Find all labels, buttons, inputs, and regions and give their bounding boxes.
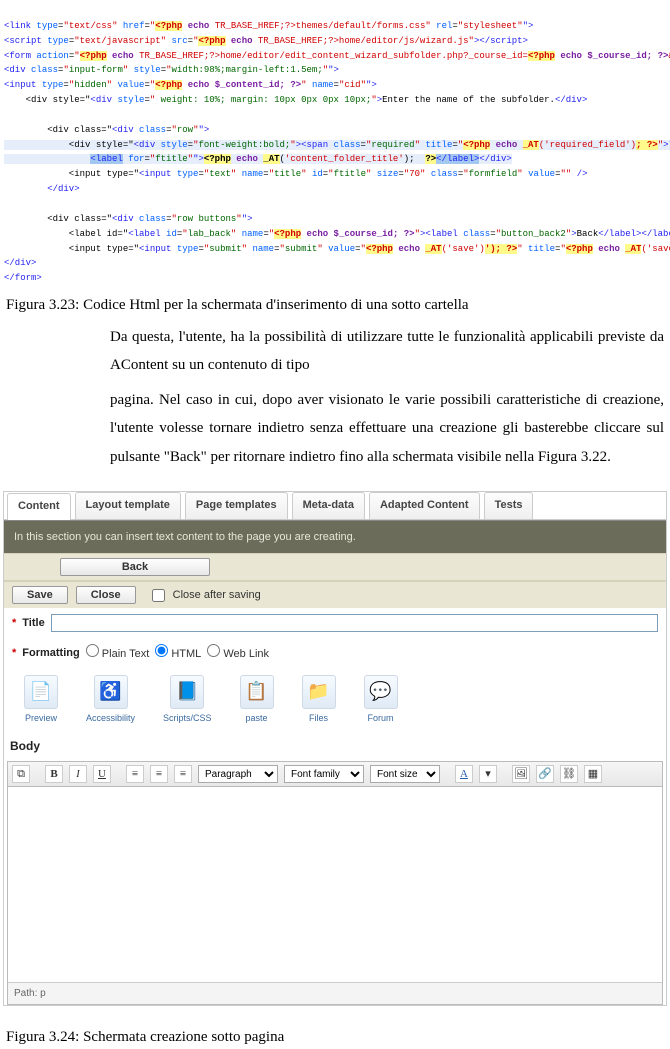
rich-text-editor: ⧉ B I U ≡ ≡ ≡ Paragraph Font family Font… [7, 761, 663, 1005]
align-right-button[interactable]: ≡ [174, 765, 192, 783]
tab-meta-data[interactable]: Meta-data [292, 492, 365, 519]
editor-panel: Content Layout template Page templates M… [3, 491, 667, 1006]
tab-layout-template[interactable]: Layout template [75, 492, 181, 519]
tool-paste[interactable]: 📋paste [240, 675, 274, 726]
figure-caption-324: Figura 3.24: Schermata creazione sotto p… [6, 1026, 664, 1049]
back-row: Back [4, 553, 666, 580]
unlink-button[interactable]: ⛓ [560, 765, 578, 783]
italic-button[interactable]: I [69, 765, 87, 783]
content-toolbar: 📄Preview ♿Accessibility 📘Scripts/CSS 📋pa… [4, 669, 666, 734]
rte-toolbar: ⧉ B I U ≡ ≡ ≡ Paragraph Font family Font… [8, 762, 662, 787]
required-marker: * [12, 615, 16, 632]
underline-button[interactable]: U [93, 765, 111, 783]
code-listing: <link type="text/css" href="<?php echo T… [0, 0, 670, 292]
rte-src-icon[interactable]: ⧉ [12, 765, 30, 783]
tab-page-templates[interactable]: Page templates [185, 492, 288, 519]
scripts-icon: 📘 [170, 675, 204, 709]
font-family-select[interactable]: Font family [284, 765, 364, 783]
bg-color-button[interactable]: ▾ [479, 765, 497, 783]
body-paragraph-2: pagina. Nel caso in cui, dopo aver visio… [110, 386, 664, 472]
formatting-label: Formatting [22, 645, 79, 662]
tool-files[interactable]: 📁Files [302, 675, 336, 726]
save-row: Save Close Close after saving [4, 581, 666, 608]
link-button[interactable]: 🔗 [536, 765, 554, 783]
close-button[interactable]: Close [76, 586, 136, 604]
preview-icon: 📄 [24, 675, 58, 709]
align-center-button[interactable]: ≡ [150, 765, 168, 783]
info-bar: In this section you can insert text cont… [4, 520, 666, 554]
title-input[interactable] [51, 614, 658, 632]
tool-preview[interactable]: 📄Preview [24, 675, 58, 726]
text-color-button[interactable]: A [455, 765, 473, 783]
tab-adapted-content[interactable]: Adapted Content [369, 492, 480, 519]
close-after-checkbox[interactable] [152, 589, 165, 602]
formatting-row: * Formatting Plain Text HTML Web Link [4, 638, 666, 669]
accessibility-icon: ♿ [94, 675, 128, 709]
tool-forum[interactable]: 💬Forum [364, 675, 398, 726]
fmt-plain-option[interactable]: Plain Text [86, 644, 150, 663]
tool-scripts-css[interactable]: 📘Scripts/CSS [163, 675, 212, 726]
tool-accessibility[interactable]: ♿Accessibility [86, 675, 135, 726]
rte-path: Path: p [8, 982, 662, 1004]
align-left-button[interactable]: ≡ [126, 765, 144, 783]
title-row: * Title [4, 608, 666, 638]
body-label: Body [4, 733, 666, 761]
files-icon: 📁 [302, 675, 336, 709]
title-label: Title [22, 615, 44, 632]
forum-icon: 💬 [364, 675, 398, 709]
required-marker: * [12, 645, 16, 662]
paste-icon: 📋 [240, 675, 274, 709]
insert-image-button[interactable]: 🖼 [512, 765, 530, 783]
rte-canvas[interactable] [8, 787, 662, 982]
bold-button[interactable]: B [45, 765, 63, 783]
close-after-label: Close after saving [173, 587, 261, 604]
tab-content[interactable]: Content [7, 493, 71, 520]
body-paragraph-1: Da questa, l'utente, ha la possibilità d… [110, 323, 664, 380]
paragraph-select[interactable]: Paragraph [198, 765, 278, 783]
fmt-html-option[interactable]: HTML [155, 644, 201, 663]
font-size-select[interactable]: Font size [370, 765, 440, 783]
figure-caption-323: Figura 3.23: Codice Html per la schermat… [6, 294, 664, 317]
fmt-weblink-option[interactable]: Web Link [207, 644, 269, 663]
tab-tests[interactable]: Tests [484, 492, 534, 519]
tab-bar: Content Layout template Page templates M… [4, 492, 666, 520]
back-button[interactable]: Back [60, 558, 210, 576]
save-button[interactable]: Save [12, 586, 68, 604]
media-button[interactable]: ▦ [584, 765, 602, 783]
